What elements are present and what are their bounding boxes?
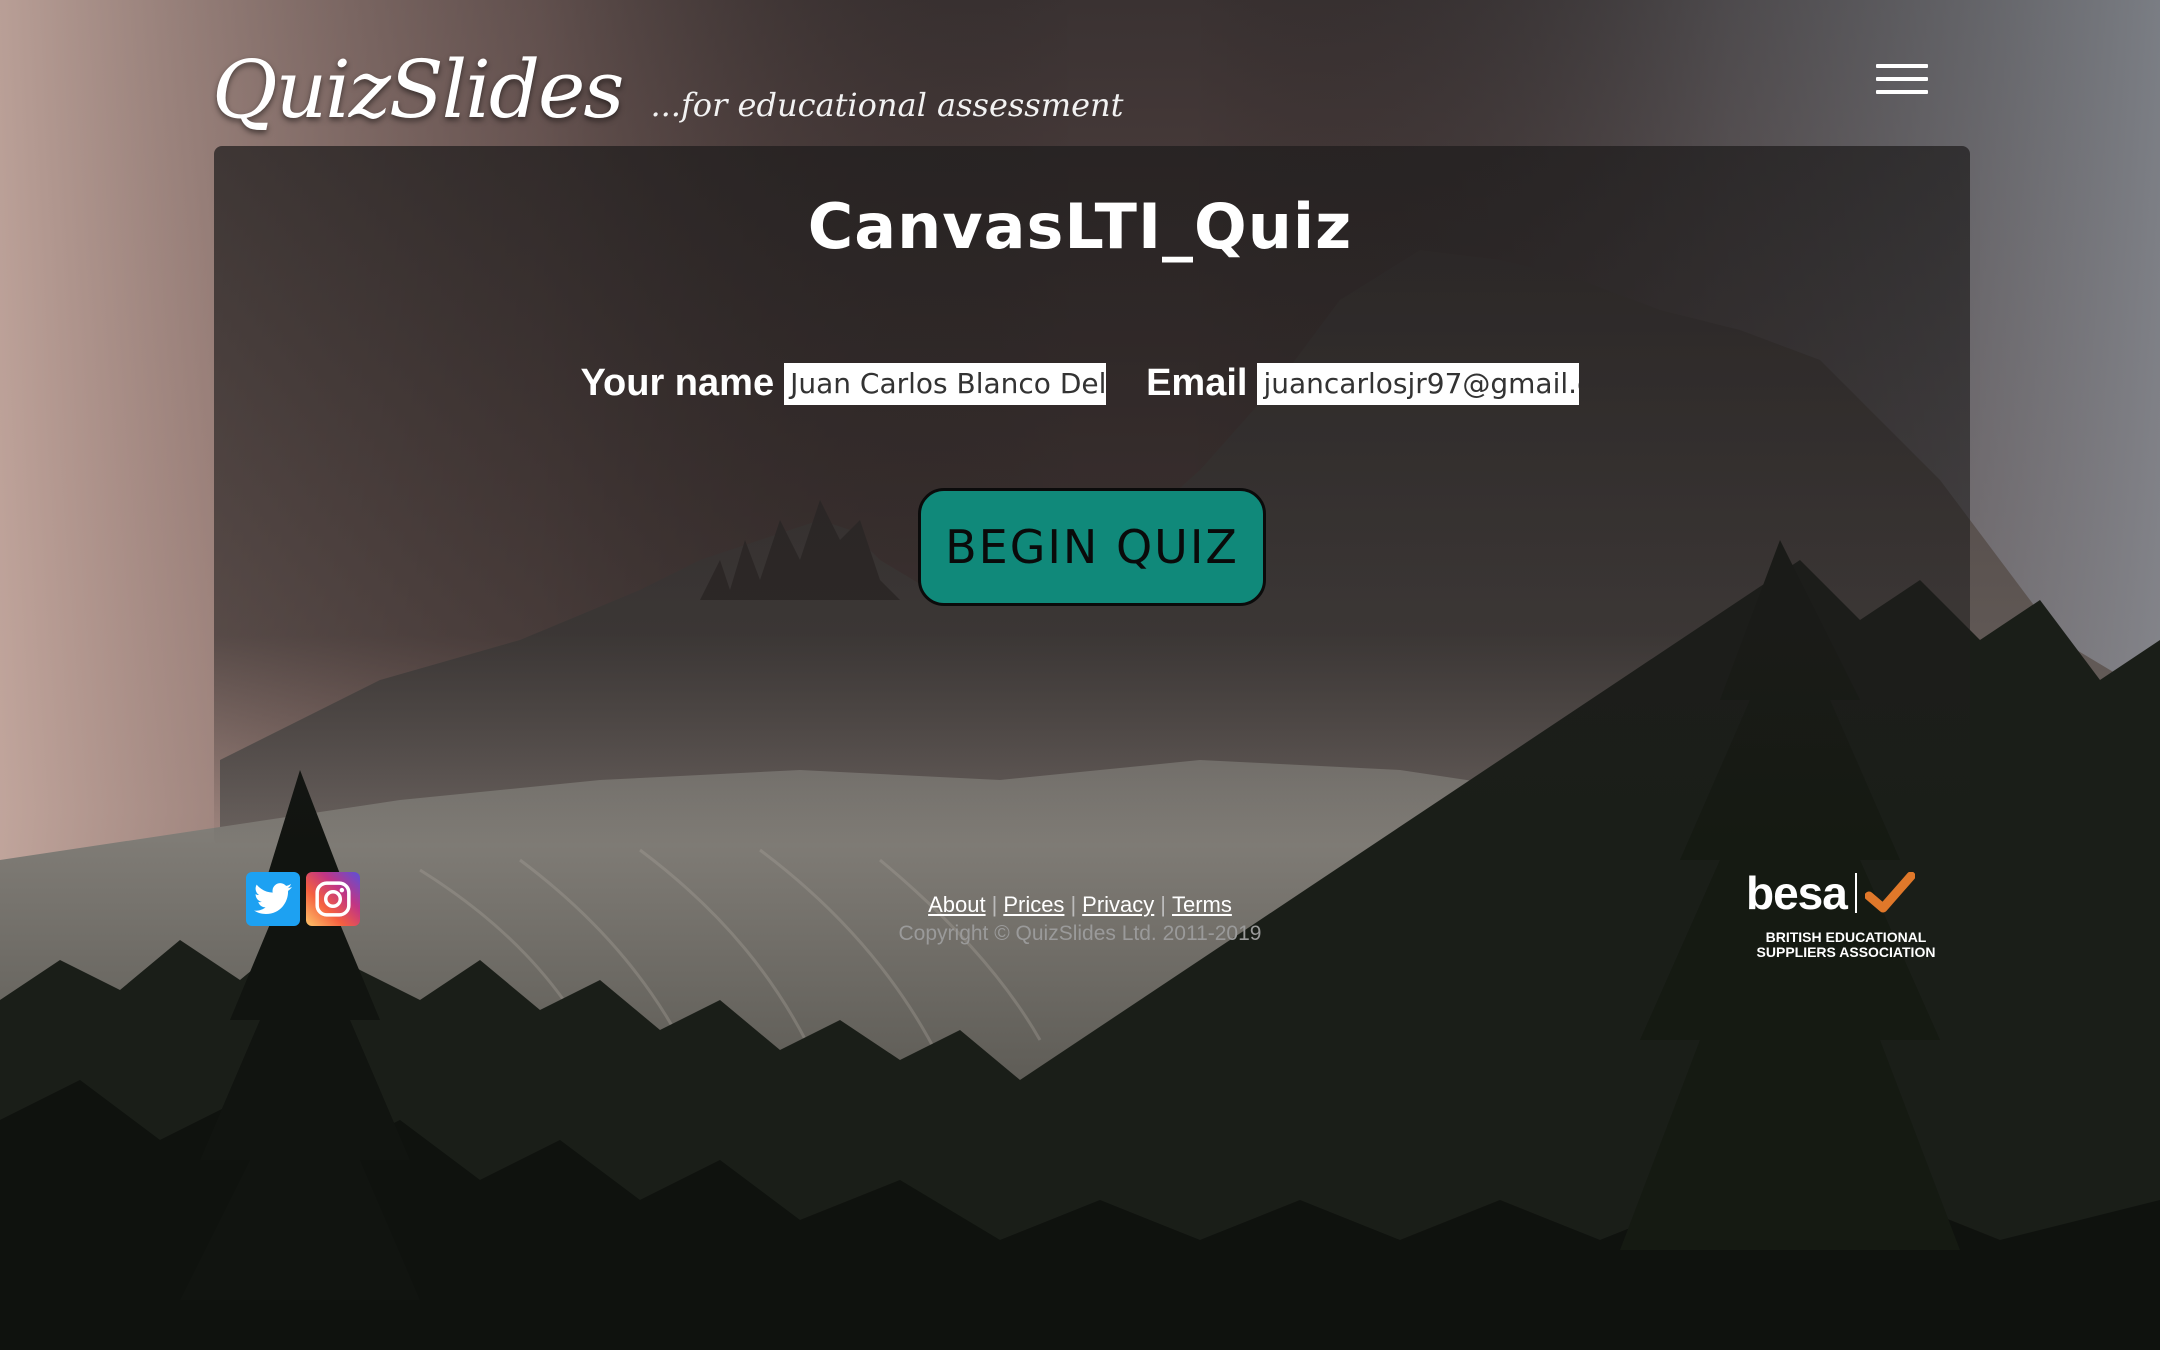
menu-bar [1876,77,1928,81]
begin-quiz-button[interactable]: BEGIN QUIZ [918,488,1266,606]
logo-tagline: ...for educational assessment [650,86,1124,124]
name-label: Your name [580,362,775,404]
email-label: Email [1146,362,1248,404]
hamburger-icon[interactable] [1876,64,1928,94]
quiz-title: CanvasLTI_Quiz [807,190,1353,263]
participant-form: Your name Juan Carlos Blanco Delg Email … [0,362,2160,405]
footer-link-about[interactable]: About [928,892,986,917]
menu-bar [1876,90,1928,94]
checkmark-icon [1864,872,1915,913]
footer-link-terms[interactable]: Terms [1172,892,1232,917]
besa-wordmark: besa [1746,867,1848,919]
quizslides-logo[interactable]: QuizSlides ...for educational assessment [212,30,1123,130]
footer-link-privacy[interactable]: Privacy [1082,892,1154,917]
menu-bar [1876,64,1928,68]
besa-subtitle: BRITISH EDUCATIONAL SUPPLIERS ASSOCIATIO… [1756,929,1936,960]
logo-wordmark: QuizSlides [212,43,624,136]
footer-link-prices[interactable]: Prices [1003,892,1064,917]
name-input[interactable]: Juan Carlos Blanco Delg [784,362,1107,405]
email-input[interactable]: juancarlosjr97@gmail.c [1257,362,1580,405]
besa-logo[interactable]: besa BRITISH EDUCATIONAL SUPPLIERS ASSOC… [1746,870,1946,970]
